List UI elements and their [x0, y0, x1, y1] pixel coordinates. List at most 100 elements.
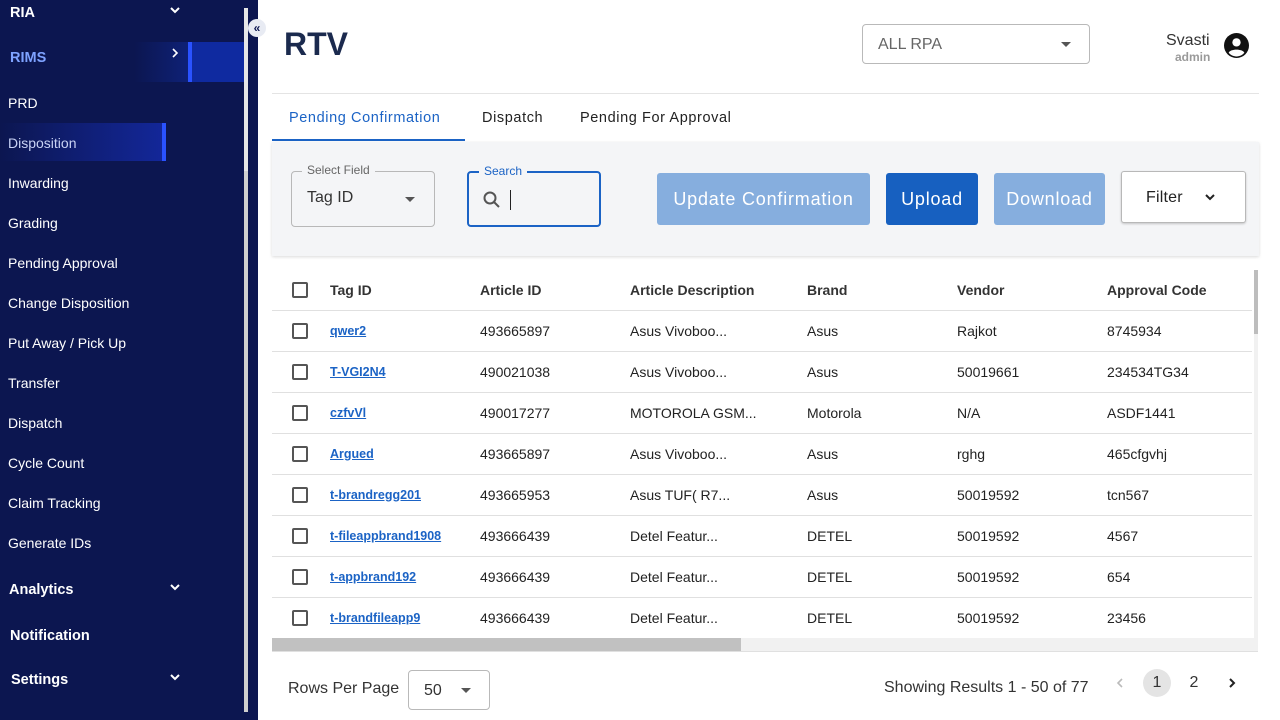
row-checkbox[interactable] — [292, 610, 308, 627]
page-button-1[interactable]: 1 — [1143, 669, 1171, 697]
table-cell: Motorola — [807, 392, 957, 434]
chevron-right-icon — [1229, 678, 1236, 688]
sidebar-item-label: RIA — [10, 5, 35, 21]
table-cell: 654 — [1107, 556, 1252, 598]
tag-id-link[interactable]: t-appbrand192 — [330, 556, 480, 598]
previous-page-button[interactable] — [1106, 669, 1134, 697]
double-chevron-left-icon[interactable]: « — [248, 19, 266, 37]
filter-button[interactable]: Filter — [1121, 171, 1246, 223]
sidebar-item-label: Disposition — [8, 135, 77, 151]
search-input[interactable]: Search — [467, 164, 601, 227]
account-circle-icon[interactable] — [1224, 33, 1249, 58]
chevron-right-icon — [168, 47, 182, 61]
tab-pending-confirmation[interactable]: Pending Confirmation — [289, 110, 440, 126]
sidebar-item-label: PRD — [8, 95, 38, 111]
header-divider — [272, 93, 1259, 94]
table-horizontal-scrollbar-thumb[interactable] — [272, 638, 741, 651]
table-cell: 234534TG34 — [1107, 351, 1252, 393]
table-cell: Rajkot — [957, 310, 1107, 352]
column-header[interactable]: Vendor — [957, 270, 1107, 311]
row-checkbox[interactable] — [292, 528, 308, 545]
table-cell: 493665897 — [480, 433, 630, 475]
table-cell: DETEL — [807, 556, 957, 598]
table-vertical-scrollbar-thumb[interactable] — [1254, 270, 1258, 334]
sidebar-item-label: Notification — [10, 628, 90, 644]
sidebar-item-label: RIMS — [10, 50, 47, 66]
sidebar-item-ria[interactable]: RIA — [0, 4, 244, 22]
tab-pending-for-approval[interactable]: Pending For Approval — [580, 110, 731, 126]
tag-id-link[interactable]: czfvVl — [330, 392, 480, 434]
row-checkbox[interactable] — [292, 569, 308, 586]
tag-id-link[interactable]: t-brandfileapp9 — [330, 597, 480, 638]
table-cell: 490017277 — [480, 392, 630, 434]
next-page-button[interactable] — [1218, 669, 1246, 697]
sidebar-item-analytics[interactable]: Analytics — [0, 582, 244, 600]
table-cell: 50019592 — [957, 597, 1107, 638]
rows-per-page-label: Rows Per Page — [288, 680, 400, 697]
tag-id-link[interactable]: T-VGI2N4 — [330, 351, 480, 393]
sidebar-item-label: Grading — [8, 215, 58, 231]
table-row: qwer2 493665897 Asus Vivoboo... Asus Raj… — [272, 310, 1252, 352]
sidebar-item-notification[interactable]: Notification — [0, 628, 244, 646]
tag-id-link[interactable]: t-brandregg201 — [330, 474, 480, 516]
sidebar: RIA RIMS PRD Disposition Inwarding Gradi… — [0, 0, 258, 720]
table-cell: 50019592 — [957, 556, 1107, 598]
table-cell: Asus TUF( R7... — [630, 474, 807, 516]
table-cell: Asus Vivoboo... — [630, 433, 807, 475]
table-cell: Asus — [807, 433, 957, 475]
table-cell: N/A — [957, 392, 1107, 434]
table-cell: 50019592 — [957, 515, 1107, 557]
upload-button[interactable]: Upload — [886, 173, 978, 225]
sidebar-item-rims[interactable]: RIMS — [0, 47, 244, 67]
page-button-2[interactable]: 2 — [1180, 669, 1208, 697]
main-content: RTV ALL RPA Svasti admin Pending Confirm… — [258, 0, 1280, 720]
column-header[interactable]: Approval Code — [1107, 270, 1252, 311]
tab-dispatch[interactable]: Dispatch — [482, 110, 543, 126]
table-cell: Asus — [807, 474, 957, 516]
column-header[interactable]: Tag ID — [330, 270, 480, 311]
table-row: t-brandfileapp9 493666439 Detel Featur..… — [272, 597, 1252, 638]
tag-id-link[interactable]: t-fileappbrand1908 — [330, 515, 480, 557]
sidebar-item-label: Generate IDs — [8, 535, 92, 551]
table-cell: 493666439 — [480, 556, 630, 598]
table-vertical-scrollbar[interactable] — [1254, 270, 1258, 638]
table-horizontal-scrollbar[interactable] — [272, 638, 1258, 651]
chevron-down-icon — [168, 4, 182, 18]
chevron-down-icon — [1205, 194, 1215, 201]
update-confirmation-button[interactable]: Update Confirmation — [657, 173, 870, 225]
table-row: t-appbrand192 493666439 Detel Featur... … — [272, 556, 1252, 598]
row-checkbox[interactable] — [292, 364, 308, 381]
table-cell: Detel Featur... — [630, 597, 807, 638]
table-cell: ASDF1441 — [1107, 392, 1252, 434]
select-field-dropdown[interactable]: Select Field Tag ID — [291, 163, 435, 227]
rpa-select[interactable]: ALL RPA — [862, 24, 1090, 64]
sidebar-item-settings[interactable]: Settings — [0, 672, 244, 690]
search-icon — [483, 191, 500, 208]
row-checkbox[interactable] — [292, 487, 308, 504]
table-cell: 4567 — [1107, 515, 1252, 557]
rows-per-page-select[interactable]: 50 — [408, 670, 490, 710]
row-checkbox[interactable] — [292, 405, 308, 422]
rows-per-page-value: 50 — [424, 682, 442, 699]
table-cell: 8745934 — [1107, 310, 1252, 352]
sidebar-item-label: Settings — [11, 672, 69, 688]
sidebar-item-label: Claim Tracking — [8, 495, 101, 511]
tag-id-link[interactable]: Argued — [330, 433, 480, 475]
download-button[interactable]: Download — [994, 173, 1105, 225]
row-checkbox[interactable] — [292, 323, 308, 340]
select-all-checkbox[interactable] — [292, 282, 308, 299]
row-checkbox[interactable] — [292, 446, 308, 463]
sidebar-item-label: Put Away / Pick Up — [8, 335, 127, 351]
table-cell: Asus — [807, 310, 957, 352]
sidebar-item-label: Inwarding — [8, 175, 69, 191]
tag-id-link[interactable]: qwer2 — [330, 310, 480, 352]
chevron-down-icon — [168, 671, 182, 685]
tab-bar: Pending Confirmation Dispatch Pending Fo… — [272, 96, 1259, 142]
table-cell: 493666439 — [480, 515, 630, 557]
sidebar-item-label: Pending Approval — [8, 255, 118, 271]
column-header[interactable]: Article Description — [630, 270, 807, 311]
column-header[interactable]: Brand — [807, 270, 957, 311]
table-cell: Asus Vivoboo... — [630, 310, 807, 352]
column-header[interactable]: Article ID — [480, 270, 630, 311]
user-role: admin — [1175, 50, 1211, 64]
